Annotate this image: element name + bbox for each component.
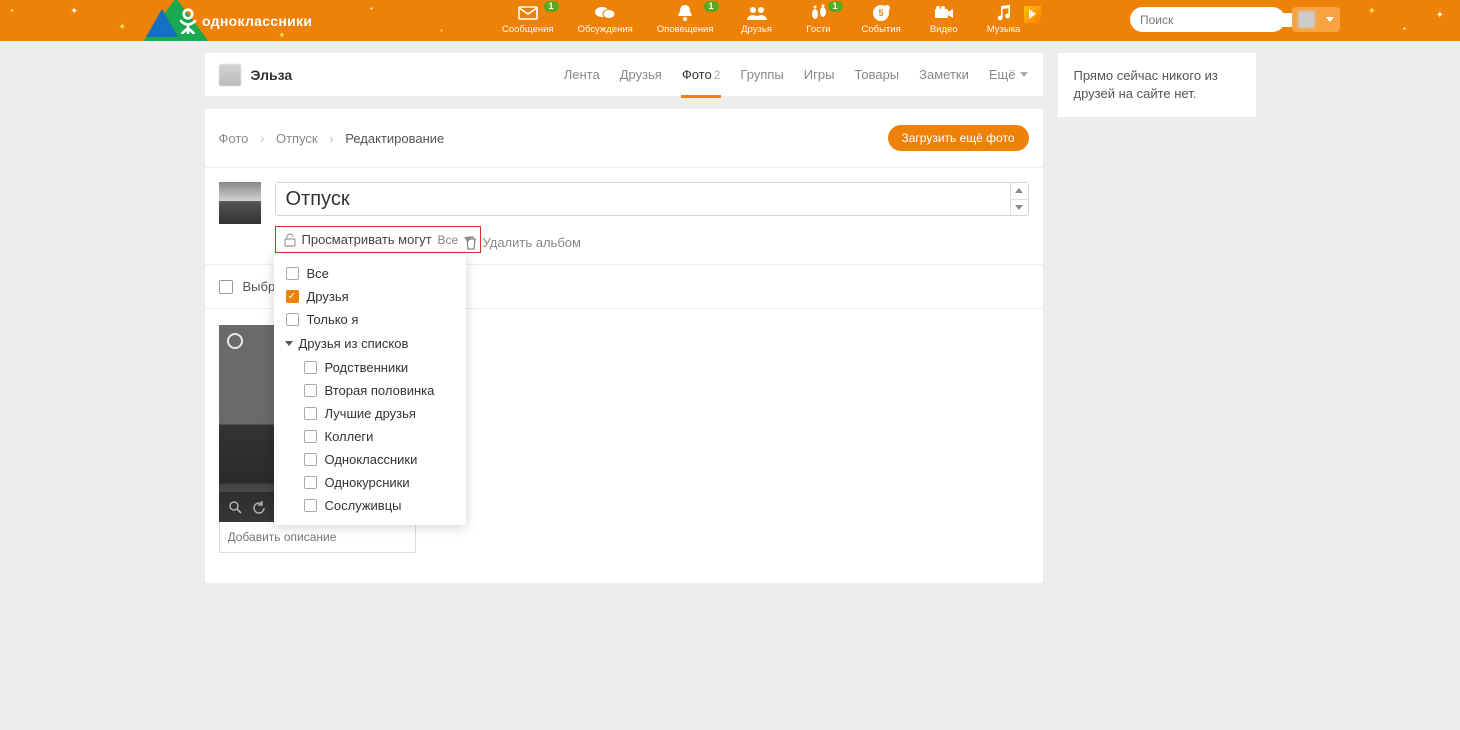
breadcrumb: Фото › Отпуск › Редактирование xyxy=(219,131,445,146)
bell-icon xyxy=(677,4,693,22)
profile-tabs: Лента Друзья Фото2 Группы Игры Товары За… xyxy=(563,53,1029,97)
privacy-list-item[interactable]: Коллеги xyxy=(274,425,466,448)
top-nav: Сообщения 1 Обсуждения Оповещения 1 Друз… xyxy=(490,0,1053,41)
nav-music[interactable]: Музыка xyxy=(975,0,1054,41)
breadcrumb-card: Фото › Отпуск › Редактирование Загрузить… xyxy=(205,109,1043,583)
privacy-option-only-me[interactable]: Только я xyxy=(274,308,466,331)
nav-messages[interactable]: Сообщения 1 xyxy=(490,0,566,41)
tab-more[interactable]: Ещё xyxy=(988,53,1029,97)
album-title-input[interactable] xyxy=(276,183,1010,215)
note-icon xyxy=(996,4,1012,22)
people-icon xyxy=(746,4,768,22)
lock-open-icon xyxy=(284,233,296,247)
nav-notifications[interactable]: Оповещения 1 xyxy=(645,0,726,41)
footprints-icon xyxy=(809,4,829,22)
tab-feed[interactable]: Лента xyxy=(563,53,601,97)
nav-friends[interactable]: Друзья xyxy=(726,0,788,41)
privacy-list-item[interactable]: Одноклассники xyxy=(274,448,466,471)
camera-icon xyxy=(934,4,954,22)
stepper-up[interactable] xyxy=(1011,183,1028,200)
topbar: ✦ ✦ ● одноклассники Сообщения 1 Обсужден… xyxy=(0,0,1460,41)
profile-avatar[interactable] xyxy=(219,64,241,86)
tab-friends[interactable]: Друзья xyxy=(619,53,663,97)
badge: 1 xyxy=(828,1,843,12)
brand-text: одноклассники xyxy=(202,13,312,29)
chat-icon xyxy=(594,4,616,22)
tab-photos[interactable]: Фото2 xyxy=(681,53,722,97)
user-menu[interactable] xyxy=(1292,7,1340,32)
tab-games[interactable]: Игры xyxy=(803,53,836,97)
site-logo[interactable]: одноклассники xyxy=(178,8,312,34)
tab-notes[interactable]: Заметки xyxy=(918,53,970,97)
privacy-selector[interactable]: Просматривать могут Все xyxy=(275,226,482,253)
badge: 1 xyxy=(704,1,719,12)
crumb-album[interactable]: Отпуск xyxy=(276,131,318,146)
privacy-option-friends-lists[interactable]: Друзья из списков xyxy=(274,331,466,356)
privacy-dropdown: Все Друзья Только я Друзья из списков Ро… xyxy=(274,254,466,525)
privacy-label: Просматривать могут xyxy=(302,232,432,247)
events-icon: 5 xyxy=(872,4,890,22)
no-friends-online-text: Прямо сейчас никого из друзей на сайте н… xyxy=(1074,68,1218,101)
crumb-current: Редактирование xyxy=(345,131,444,146)
profile-header-card: Эльза Лента Друзья Фото2 Группы Игры Тов… xyxy=(205,53,1043,97)
search-input[interactable] xyxy=(1140,13,1295,27)
avatar xyxy=(1298,11,1315,28)
album-title-field[interactable] xyxy=(275,182,1029,216)
select-all-checkbox[interactable] xyxy=(219,280,233,294)
privacy-list-item[interactable]: Однокурсники xyxy=(274,471,466,494)
privacy-value: Все xyxy=(438,233,459,247)
title-steppers xyxy=(1010,183,1028,215)
nav-guests[interactable]: Гости 1 xyxy=(788,0,850,41)
crumb-root[interactable]: Фото xyxy=(219,131,249,146)
nav-video[interactable]: Видео xyxy=(913,0,975,41)
stepper-down[interactable] xyxy=(1011,200,1028,216)
nav-events[interactable]: 5 События xyxy=(850,0,913,41)
play-icon[interactable] xyxy=(1024,6,1041,23)
album-settings: Просматривать могут Все Все Друзья Тольк… xyxy=(205,167,1043,265)
privacy-option-all[interactable]: Все xyxy=(274,262,466,285)
privacy-list-item[interactable]: Вторая половинка xyxy=(274,379,466,402)
select-photo-toggle[interactable] xyxy=(227,333,243,349)
privacy-option-friends[interactable]: Друзья xyxy=(274,285,466,308)
chevron-down-icon xyxy=(464,237,472,242)
zoom-icon[interactable] xyxy=(229,501,242,514)
chevron-down-icon xyxy=(1020,72,1028,77)
privacy-list-item[interactable]: Родственники xyxy=(274,356,466,379)
badge: 1 xyxy=(544,1,559,12)
rotate-icon[interactable] xyxy=(252,501,265,514)
tab-market[interactable]: Товары xyxy=(853,53,900,97)
page-content: Эльза Лента Друзья Фото2 Группы Игры Тов… xyxy=(0,41,1460,583)
privacy-list-item[interactable]: Сослуживцы xyxy=(274,494,466,517)
svg-text:5: 5 xyxy=(879,8,884,18)
profile-name[interactable]: Эльза xyxy=(251,67,293,83)
chevron-down-icon xyxy=(1326,17,1334,22)
envelope-icon xyxy=(518,4,538,22)
search-box[interactable] xyxy=(1130,7,1285,32)
nav-discussions[interactable]: Обсуждения xyxy=(566,0,645,41)
upload-more-button[interactable]: Загрузить ещё фото xyxy=(888,125,1029,151)
tab-groups[interactable]: Группы xyxy=(739,53,784,97)
photo-description-input[interactable] xyxy=(219,522,416,553)
chevron-down-icon xyxy=(285,341,293,346)
album-thumbnail[interactable] xyxy=(219,182,261,224)
privacy-list-item[interactable]: Лучшие друзья xyxy=(274,402,466,425)
friends-online-card: Прямо сейчас никого из друзей на сайте н… xyxy=(1058,53,1256,117)
